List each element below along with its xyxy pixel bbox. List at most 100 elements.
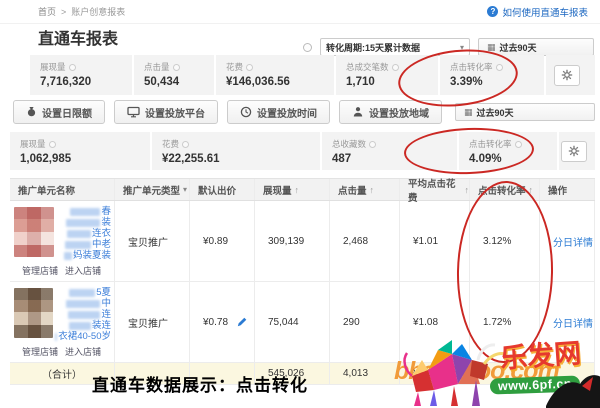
info-icon[interactable] xyxy=(246,64,253,71)
title-fragment: 装连 xyxy=(92,321,111,331)
date-range-button-bottom[interactable]: ▦ 过去90天 xyxy=(455,103,595,121)
col-header-clicks[interactable]: 点击量↑ xyxy=(330,179,400,200)
money-bag-icon xyxy=(26,106,37,118)
stat-click-conversion: 点击转化率 3.39% xyxy=(440,55,544,95)
breadcrumb-separator: > xyxy=(61,7,66,17)
button-label: 设置投放平台 xyxy=(145,105,205,120)
col-header-unit-type[interactable]: 推广单元类型▾ xyxy=(115,179,190,200)
topbar: 首页 > 账户创意报表 ? 如何使用直通车报表 xyxy=(0,0,600,24)
gear-cell xyxy=(546,55,595,95)
caret-down-icon: ▾ xyxy=(183,185,187,194)
conversion-cell: 3.12% xyxy=(470,201,540,281)
info-icon[interactable] xyxy=(515,141,522,148)
set-schedule-button[interactable]: 设置投放时间 xyxy=(227,100,330,124)
bid-value: ¥0.78 xyxy=(203,317,228,328)
stat-label: 点击转化率 xyxy=(469,138,512,150)
title-fragment: 春 xyxy=(101,207,111,217)
unit-type-cell: 宝贝推广 xyxy=(115,282,190,362)
date-range-label: 过去90天 xyxy=(477,106,514,119)
stat-cost: 花费 ¥22,255.61 xyxy=(152,132,320,170)
settings-gear-button[interactable] xyxy=(561,141,587,162)
title-fragment: 中老 xyxy=(92,240,111,250)
header-label: 操作 xyxy=(548,183,567,197)
clicks-cell: 2,468 xyxy=(330,201,400,281)
edit-pencil-icon[interactable] xyxy=(237,317,247,327)
help-link[interactable]: ? 如何使用直通车报表 xyxy=(487,5,588,19)
stat-label: 点击量 xyxy=(144,61,170,73)
set-region-button[interactable]: 设置投放地域 xyxy=(339,100,442,124)
summary-panel-bottom: 展现量 1,062,985 花费 ¥22,255.61 总收藏数 487 点击转… xyxy=(10,132,595,170)
gear-icon xyxy=(568,145,580,157)
total-clicks: 4,013 xyxy=(330,363,400,384)
stat-impressions: 展现量 1,062,985 xyxy=(10,132,150,170)
manage-store-link[interactable]: 管理店铺 xyxy=(22,345,58,358)
col-header-unit-name[interactable]: 推广单元名称 xyxy=(10,179,115,200)
clock-icon xyxy=(240,106,252,118)
sort-icon: ↑ xyxy=(295,185,300,195)
col-header-click-conversion[interactable]: 点击转化率↑ xyxy=(470,179,540,200)
col-header-avg-click-cost[interactable]: 平均点击花费↑ xyxy=(400,179,470,200)
header-label: 点击量 xyxy=(338,183,367,197)
daily-detail-link[interactable]: 分日详情 xyxy=(553,315,593,330)
header-label: 推广单元名称 xyxy=(18,183,75,197)
button-label: 设置投放地域 xyxy=(369,105,429,120)
product-title-link[interactable]: 春 装 连衣 中老 妈装夏装 xyxy=(56,205,111,261)
col-header-default-bid[interactable]: 默认出价 xyxy=(190,179,255,200)
conversion-cycle-select[interactable]: 转化周期:15天累计数据 ▾ xyxy=(320,38,470,56)
set-daily-budget-button[interactable]: 设置日限额 xyxy=(13,100,105,124)
info-icon[interactable] xyxy=(69,64,76,71)
title-fragment: 妈装夏装 xyxy=(73,251,111,261)
set-platform-button[interactable]: 设置投放平台 xyxy=(114,100,218,124)
stat-label: 花费 xyxy=(162,138,179,150)
date-range-label: 过去90天 xyxy=(500,41,537,54)
product-thumbnail[interactable] xyxy=(14,288,53,338)
stat-label: 展现量 xyxy=(40,61,66,73)
unit-type-cell: 宝贝推广 xyxy=(115,201,190,281)
clicks-cell: 290 xyxy=(330,282,400,362)
col-header-actions: 操作 xyxy=(540,179,595,200)
info-icon[interactable] xyxy=(173,64,180,71)
sort-icon: ↑ xyxy=(370,185,375,195)
header-label: 展现量 xyxy=(263,183,292,197)
enter-store-link[interactable]: 进入店铺 xyxy=(65,345,101,358)
enter-store-link[interactable]: 进入店铺 xyxy=(65,264,101,277)
help-link-label: 如何使用直通车报表 xyxy=(502,5,588,19)
calendar-icon: ▦ xyxy=(487,43,496,52)
breadcrumb: 首页 > 账户创意报表 xyxy=(38,5,125,18)
caption-text: 直通车数据展示：点击转化 xyxy=(92,371,308,396)
manage-store-link[interactable]: 管理店铺 xyxy=(22,264,58,277)
title-fragment: 连 xyxy=(101,310,111,320)
stat-value: 7,716,320 xyxy=(40,76,132,88)
stat-clicks: 点击量 50,434 xyxy=(134,55,214,95)
info-icon[interactable] xyxy=(496,64,503,71)
gear-cell xyxy=(559,132,595,170)
header-label: 默认出价 xyxy=(198,183,236,197)
calendar-icon: ▦ xyxy=(464,108,473,117)
title-fragment: 连衣 xyxy=(92,229,111,239)
breadcrumb-current: 账户创意报表 xyxy=(71,5,125,18)
daily-detail-link[interactable]: 分日详情 xyxy=(553,234,593,249)
info-icon[interactable] xyxy=(392,64,399,71)
product-thumbnail[interactable] xyxy=(14,207,54,257)
date-range-button-top[interactable]: ▦ 过去90天 xyxy=(478,38,594,56)
info-icon[interactable] xyxy=(369,141,376,148)
radio-icon[interactable] xyxy=(303,43,312,52)
info-icon[interactable] xyxy=(182,141,189,148)
col-header-impressions[interactable]: 展现量↑ xyxy=(255,179,330,200)
summary-panel-top: 展现量 7,716,320 点击量 50,434 花费 ¥146,036.56 … xyxy=(30,55,595,95)
stat-value: 487 xyxy=(332,153,457,165)
breadcrumb-home[interactable]: 首页 xyxy=(38,5,56,18)
product-title-link[interactable]: 5夏 中 连 装连 衣裙40-50岁 xyxy=(55,286,111,342)
stat-value: 1,062,985 xyxy=(20,153,150,165)
stat-value: 50,434 xyxy=(144,76,214,88)
sort-icon: ↑ xyxy=(529,185,534,195)
impressions-cell: 75,044 xyxy=(255,282,330,362)
stat-favorites: 总收藏数 487 xyxy=(322,132,457,170)
stat-click-conversion: 点击转化率 4.09% xyxy=(459,132,557,170)
black-silhouette-icon xyxy=(546,370,600,408)
question-circle-icon: ? xyxy=(487,6,498,17)
settings-gear-button[interactable] xyxy=(554,65,580,86)
avg-click-cost-cell: ¥1.01 xyxy=(400,201,470,281)
person-icon xyxy=(352,106,364,118)
info-icon[interactable] xyxy=(49,141,56,148)
